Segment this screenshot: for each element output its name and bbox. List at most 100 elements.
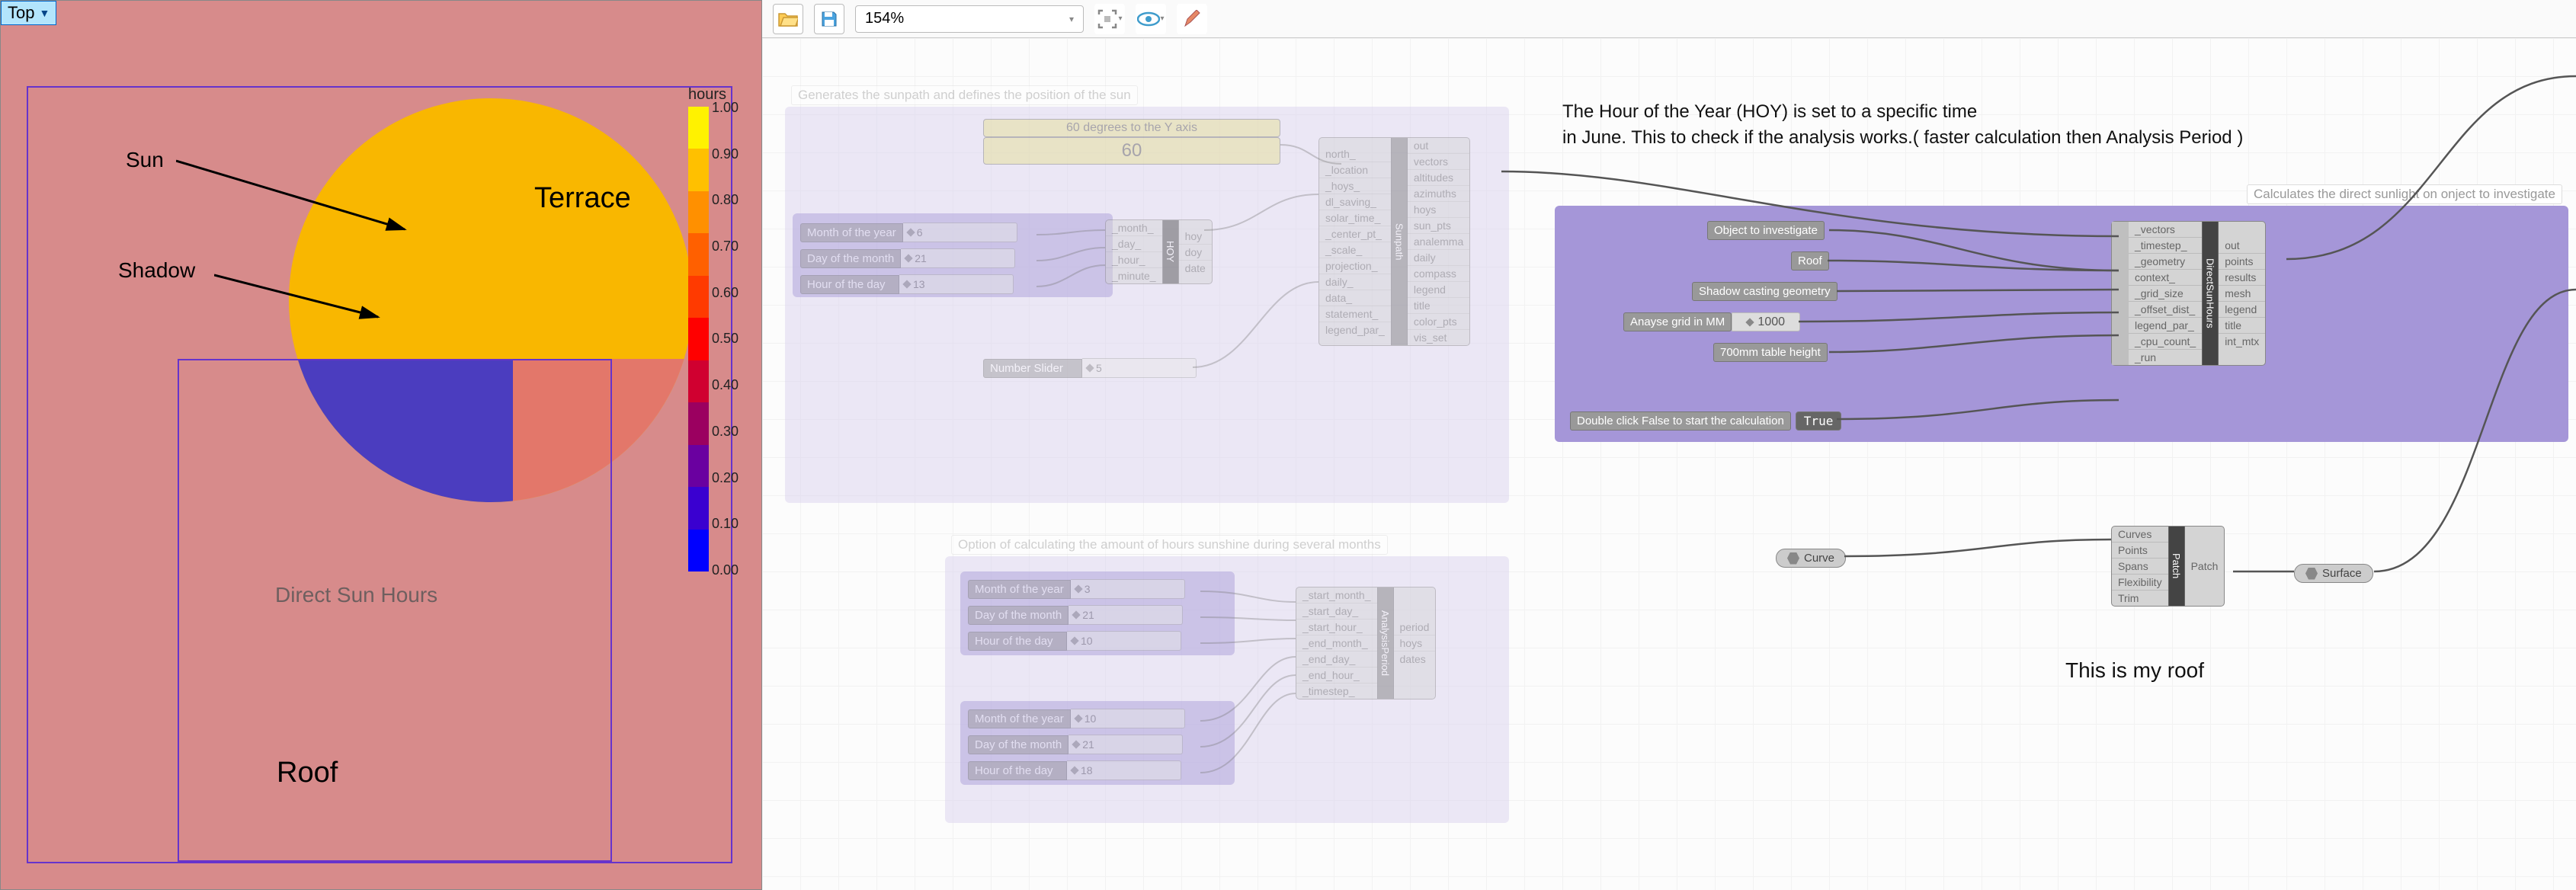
port-Patch[interactable]: Patch [2185,559,2225,574]
port-vectors[interactable]: vectors [1408,154,1469,170]
slider-day-of-the-month[interactable]: Day of the month21 [968,735,1185,754]
port-solartime[interactable]: solar_time_ [1319,210,1391,226]
port-statement[interactable]: statement_ [1319,306,1391,322]
port-hoys[interactable]: hoys [1394,635,1436,651]
port-north[interactable]: north_ [1319,146,1391,162]
port-daily[interactable]: daily [1408,250,1469,266]
port-title[interactable]: title [2219,318,2265,334]
surface-param[interactable]: Surface [2294,564,2373,583]
port-offsetdist[interactable]: _offset_dist_ [2129,302,2202,318]
port-legendpar[interactable]: legend_par_ [1319,322,1391,338]
slider-hour-of-the-day[interactable]: Hour of the day10 [968,631,1185,651]
port-run[interactable]: _run [2129,350,2202,365]
pencil-icon[interactable] [1177,4,1207,34]
port-endhour[interactable]: _end_hour_ [1296,668,1377,684]
port-out[interactable]: out [1408,138,1469,154]
port-doy[interactable]: doy [1179,245,1212,261]
eye-icon[interactable]: ▾ [1136,4,1166,34]
port-Spans[interactable]: Spans [2112,559,2168,575]
port-hoy[interactable]: hoy [1179,229,1212,245]
port-scale[interactable]: _scale_ [1319,242,1391,258]
port-dlsaving[interactable]: dl_saving_ [1319,194,1391,210]
port-projection[interactable]: projection_ [1319,258,1391,274]
save-icon[interactable] [814,4,844,34]
sunpath-node[interactable]: north__location_hoys_dl_saving_solar_tim… [1318,137,1470,346]
shadow-panel[interactable]: Shadow casting geometry [1692,282,1837,301]
grasshopper-pane[interactable]: 154% ▾ ▾ ▾ Generates the sunpath and def… [762,0,2576,890]
port-timestep[interactable]: _timestep_ [2129,238,2202,254]
port-location[interactable]: _location [1319,162,1391,178]
viewport-label[interactable]: Top ▼ [1,1,56,25]
port-data[interactable]: data_ [1319,290,1391,306]
slider-month-of-the-year[interactable]: Month of the year10 [968,709,1185,728]
table-height-panel[interactable]: 700mm table height [1713,343,1828,362]
port-startday[interactable]: _start_day_ [1296,603,1377,619]
port-compass[interactable]: compass [1408,266,1469,282]
sun-arrow [176,153,412,245]
port-out[interactable]: out [2219,238,2265,254]
number-slider[interactable]: Number Slider 5 [983,358,1197,378]
run-toggle[interactable]: Double click False to start the calculat… [1570,411,1841,431]
grid-slider[interactable]: Anayse grid in MM 1000 [1623,312,1800,331]
port-geometry[interactable]: _geometry [2129,254,2202,270]
port-cpucount[interactable]: _cpu_count_ [2129,334,2202,350]
angle-panel-title[interactable]: 60 degrees to the Y axis [983,119,1280,137]
zoom-fit-icon[interactable]: ▾ [1094,4,1125,34]
port-Curves[interactable]: Curves [2112,527,2168,543]
port-intmtx[interactable]: int_mtx [2219,334,2265,349]
analysis-period-node[interactable]: _start_month__start_day__start_hour__end… [1296,587,1436,700]
port-Flexibility[interactable]: Flexibility [2112,575,2168,591]
port-Points[interactable]: Points [2112,543,2168,559]
port-results[interactable]: results [2219,270,2265,286]
open-file-icon[interactable] [773,4,803,34]
port-points[interactable]: points [2219,254,2265,270]
port-title[interactable]: title [1408,298,1469,314]
angle-panel-value[interactable]: 60 [983,137,1280,165]
port-vectors[interactable]: _vectors [2129,222,2202,238]
hoy-node[interactable]: _month__day__hour__minute_ HOY hoydoydat… [1105,219,1213,284]
port-mesh[interactable]: mesh [2219,286,2265,302]
slider-month-of-the-year[interactable]: Month of the year3 [968,579,1185,599]
rhino-viewport[interactable]: Top ▼ Sun Shadow Terrace Direct Sun Hour… [0,0,762,890]
roof-panel[interactable]: Roof [1791,251,1829,271]
patch-node[interactable]: CurvesPointsSpansFlexibilityTrim Patch P… [2111,526,2225,607]
slider-month-of-the-year[interactable]: Month of the year6 [800,222,1017,242]
port-timestep[interactable]: _timestep_ [1296,684,1377,699]
port-legendpar[interactable]: legend_par_ [2129,318,2202,334]
port-analemma[interactable]: analemma [1408,234,1469,250]
port-Trim[interactable]: Trim [2112,591,2168,606]
curve-param[interactable]: Curve [1776,549,1846,568]
port-hoys[interactable]: hoys [1408,202,1469,218]
port-day[interactable]: _day_ [1106,236,1162,252]
port-context[interactable]: context_ [2129,270,2202,286]
port-sunpts[interactable]: sun_pts [1408,218,1469,234]
port-minute[interactable]: _minute_ [1106,268,1162,283]
port-endmonth[interactable]: _end_month_ [1296,635,1377,651]
port-startmonth[interactable]: _start_month_ [1296,587,1377,603]
port-legend[interactable]: legend [1408,282,1469,298]
port-legend[interactable]: legend [2219,302,2265,318]
gh-canvas[interactable]: Generates the sunpath and defines the po… [762,38,2576,890]
direct-sun-hours-node[interactable]: _vectors_timestep__geometrycontext__grid… [2111,221,2266,366]
port-colorpts[interactable]: color_pts [1408,314,1469,330]
port-azimuths[interactable]: azimuths [1408,186,1469,202]
port-daily[interactable]: daily_ [1319,274,1391,290]
slider-hour-of-the-day[interactable]: Hour of the day18 [968,760,1185,780]
port-visset[interactable]: vis_set [1408,330,1469,345]
port-starthour[interactable]: _start_hour_ [1296,619,1377,635]
object-panel[interactable]: Object to investigate [1707,221,1825,240]
port-hoys[interactable]: _hoys_ [1319,178,1391,194]
port-month[interactable]: _month_ [1106,220,1162,236]
port-centerpt[interactable]: _center_pt_ [1319,226,1391,242]
port-period[interactable]: period [1394,619,1436,635]
zoom-combo[interactable]: 154% ▾ [855,5,1084,33]
port-endday[interactable]: _end_day_ [1296,651,1377,668]
port-altitudes[interactable]: altitudes [1408,170,1469,186]
port-hour[interactable]: _hour_ [1106,252,1162,268]
port-gridsize[interactable]: _grid_size [2129,286,2202,302]
port-dates[interactable]: dates [1394,651,1436,667]
port-date[interactable]: date [1179,261,1212,276]
slider-hour-of-the-day[interactable]: Hour of the day13 [800,274,1017,294]
slider-day-of-the-month[interactable]: Day of the month21 [800,248,1017,268]
slider-day-of-the-month[interactable]: Day of the month21 [968,605,1185,625]
